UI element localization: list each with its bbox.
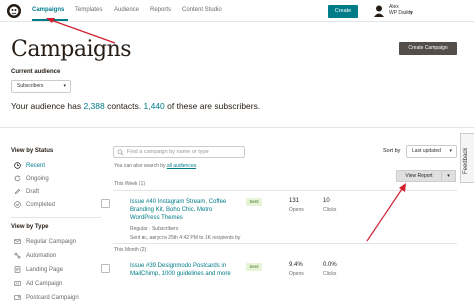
audience-summary-suffix: of these are subscribers. [164, 101, 261, 111]
audience-select-value: Subscribers [17, 83, 44, 89]
status-badge: Sent [246, 198, 262, 206]
sidebar-item-label: Landing Page [26, 266, 64, 273]
sidebar-divider [11, 217, 101, 218]
pencil-icon [14, 188, 21, 195]
sidebar-item-regular-campaign[interactable]: Regular Campaign [14, 238, 76, 245]
status-badge: Sent [246, 263, 262, 271]
opens-value: 131 [289, 198, 300, 204]
annotation-arrow-view-report [366, 185, 405, 242]
chevron-down-icon: ▾ [63, 83, 66, 89]
sidebar-item-label: Regular Campaign [26, 238, 77, 245]
create-button[interactable]: Create [328, 5, 358, 18]
sidebar-item-completed[interactable]: Completed [14, 201, 55, 208]
mailchimp-logo-icon[interactable] [6, 3, 22, 19]
sidebar-item-label: Postcard Campaign [26, 294, 79, 301]
campaign-title-link[interactable]: Issue #39 Designmodo Postcards in MailCh… [130, 262, 242, 278]
ad-icon [14, 281, 21, 286]
opens-label: Opens [289, 207, 304, 213]
nav-content-studio[interactable]: Content Studio [182, 7, 222, 13]
refresh-icon [14, 175, 21, 182]
view-by-type-heading: View by Type [11, 224, 49, 230]
sidebar-item-landing-page[interactable]: Landing Page [14, 266, 63, 273]
search-hint-prefix: You can also search by [114, 163, 167, 169]
clicks-label: Clicks [323, 207, 337, 213]
sidebar-item-label: Ongoing [26, 175, 49, 182]
view-report-options-chevron-down-icon[interactable]: ▾ [442, 170, 456, 182]
sidebar-item-label: Ad Campaign [26, 280, 63, 287]
all-audiences-link[interactable]: all audiences [167, 163, 196, 169]
audience-summary: Your audience has 2,388 contacts. 1,440 … [11, 101, 260, 111]
sidebar-item-ad-campaign[interactable]: Ad Campaign [14, 280, 62, 287]
sort-by-label: Sort by [383, 148, 401, 154]
campaign-row-checkbox[interactable] [101, 199, 110, 208]
clock-icon [14, 162, 21, 169]
postcard-icon [14, 295, 21, 300]
clicks-value: 0.0% [323, 262, 337, 268]
contacts-count-link[interactable]: 2,388 [83, 101, 104, 111]
feedback-tab[interactable]: Feedback [460, 133, 474, 183]
audience-summary-middle: contacts. [104, 101, 144, 111]
current-audience-label: Current audience [11, 69, 61, 75]
audience-select[interactable]: Subscribers ▾ [11, 80, 71, 93]
clicks-label: Clicks [323, 271, 337, 277]
user-menu-chevron-down-icon[interactable]: ▾ [410, 10, 413, 16]
audience-summary-prefix: Your audience has [11, 101, 84, 111]
group-label-this-week: This Week (1) [114, 181, 146, 187]
campaign-search-input[interactable]: Find a campaign by name or type [113, 146, 245, 158]
search-hint: You can also search by all audiences. [114, 163, 197, 169]
chevron-down-icon: ▾ [449, 148, 452, 154]
nav-reports[interactable]: Reports [150, 7, 171, 13]
view-report-button[interactable]: View Report [396, 170, 442, 182]
row-divider [113, 243, 457, 244]
search-icon [117, 149, 124, 156]
nav-audience[interactable]: Audience [114, 7, 139, 13]
top-navigation-bar: Campaigns Templates Audience Reports Con… [0, 0, 474, 22]
sort-select[interactable]: Last updated ▾ [406, 145, 457, 158]
create-campaign-button[interactable]: Create Campaign [399, 42, 457, 55]
sidebar-item-ongoing[interactable]: Ongoing [14, 175, 49, 182]
nav-campaigns[interactable]: Campaigns [32, 7, 64, 13]
opens-label: Opens [289, 271, 304, 277]
automation-icon [14, 252, 21, 259]
subscribers-count-link[interactable]: 1,440 [144, 101, 165, 111]
feedback-label: Feedback [463, 147, 469, 174]
row-divider [113, 190, 457, 191]
nav-templates[interactable]: Templates [75, 7, 102, 13]
sidebar-item-label: Automation [26, 252, 57, 259]
clicks-value: 10 [323, 198, 330, 204]
search-placeholder: Find a campaign by name or type [127, 149, 209, 155]
check-icon [14, 201, 21, 208]
view-by-status-heading: View by Status [11, 148, 54, 154]
campaign-sent-info: Sent вс, августа 25th 4:42 PM to 1K reci… [130, 235, 241, 241]
campaign-row-checkbox[interactable] [101, 264, 110, 273]
campaign-title-link[interactable]: Issue #40 Instagram Stream, Coffee Brand… [130, 198, 242, 222]
page-title: Campaigns [11, 37, 132, 62]
active-nav-indicator [32, 19, 68, 21]
envelope-icon [14, 239, 21, 244]
sidebar-item-postcard-campaign[interactable]: Postcard Campaign [14, 294, 79, 301]
group-label-this-month: This Month (2) [114, 247, 147, 253]
section-divider [0, 127, 474, 128]
opens-value: 9.4% [289, 262, 303, 268]
search-hint-suffix: . [196, 163, 198, 169]
sidebar-item-draft[interactable]: Draft [14, 188, 39, 195]
campaign-type: Regular · Subscribers [130, 226, 179, 232]
user-avatar-icon[interactable] [373, 4, 385, 18]
sidebar-item-label: Recent [26, 162, 46, 169]
page-icon [14, 266, 21, 273]
sidebar-item-recent[interactable]: Recent [14, 162, 45, 169]
sidebar-item-automation[interactable]: Automation [14, 252, 56, 259]
sidebar-item-label: Completed [26, 201, 56, 208]
sort-select-value: Last updated [412, 148, 441, 154]
sidebar-item-label: Draft [26, 188, 40, 195]
